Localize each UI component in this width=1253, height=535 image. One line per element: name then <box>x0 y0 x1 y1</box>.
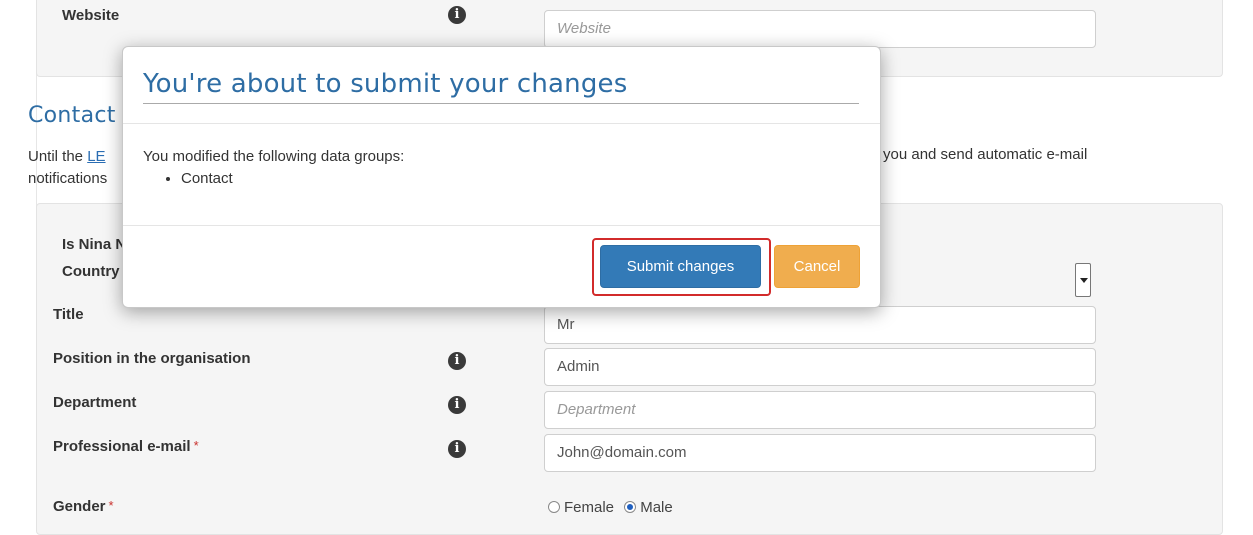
email-label: Professional e-mail * <box>53 438 199 455</box>
gender-option-female[interactable]: Female <box>548 499 614 516</box>
radio-checked-icon[interactable] <box>624 501 637 513</box>
department-label: Department <box>53 394 137 411</box>
modal-title: You're about to submit your changes <box>143 69 628 99</box>
gender-label-text: Gender <box>53 498 106 515</box>
modal-header-divider <box>123 123 880 124</box>
email-label-text: Professional e-mail <box>53 438 191 455</box>
gender-radio-group: Female Male <box>548 499 679 516</box>
intro-line2: notifications <box>28 170 108 187</box>
required-marker: * <box>193 438 199 453</box>
position-label: Position in the organisation <box>53 350 251 367</box>
email-input[interactable]: John@domain.com <box>544 434 1096 472</box>
page: Website i Website Contact i Until the LE… <box>0 0 1253 535</box>
gender-option-male[interactable]: Male <box>624 499 673 516</box>
is-label: Is Nina N <box>62 236 127 253</box>
gender-label: Gender * <box>53 498 114 515</box>
intro-text-right: you and send automatic e-mail <box>883 146 1088 163</box>
radio-icon[interactable] <box>548 501 560 513</box>
submit-changes-button[interactable]: Submit changes <box>600 245 761 288</box>
modal-footer-divider <box>123 225 880 226</box>
website-label: Website <box>62 7 120 24</box>
contact-intro-text: Until the LE notifications <box>28 146 107 190</box>
modal-title-underline <box>143 103 859 104</box>
cancel-button[interactable]: Cancel <box>774 245 860 288</box>
info-icon[interactable]: i <box>448 396 466 414</box>
list-item: Contact <box>181 168 404 190</box>
modal-body-text: You modified the following data groups: <box>143 148 405 165</box>
section-title-contact: Contact i <box>28 103 130 128</box>
info-icon[interactable]: i <box>448 352 466 370</box>
position-input[interactable]: Admin <box>544 348 1096 386</box>
intro-prefix: Until the <box>28 148 88 165</box>
title-label: Title <box>53 306 84 323</box>
country-label: Country <box>62 263 120 280</box>
confirm-submit-modal: You're about to submit your changes You … <box>122 46 881 308</box>
website-input[interactable]: Website <box>544 10 1096 48</box>
modified-groups-list: Contact <box>143 168 404 190</box>
modal-body: You modified the following data groups: … <box>143 146 404 190</box>
country-select-caret[interactable] <box>1075 263 1091 297</box>
required-marker: * <box>108 498 114 513</box>
gender-option-label: Female <box>564 499 615 516</box>
title-input[interactable]: Mr <box>544 306 1096 344</box>
info-icon[interactable]: i <box>448 6 466 24</box>
intro-link[interactable]: LE <box>87 148 105 165</box>
info-icon[interactable]: i <box>448 440 466 458</box>
department-input[interactable]: Department <box>544 391 1096 429</box>
gender-option-label: Male <box>640 499 673 516</box>
